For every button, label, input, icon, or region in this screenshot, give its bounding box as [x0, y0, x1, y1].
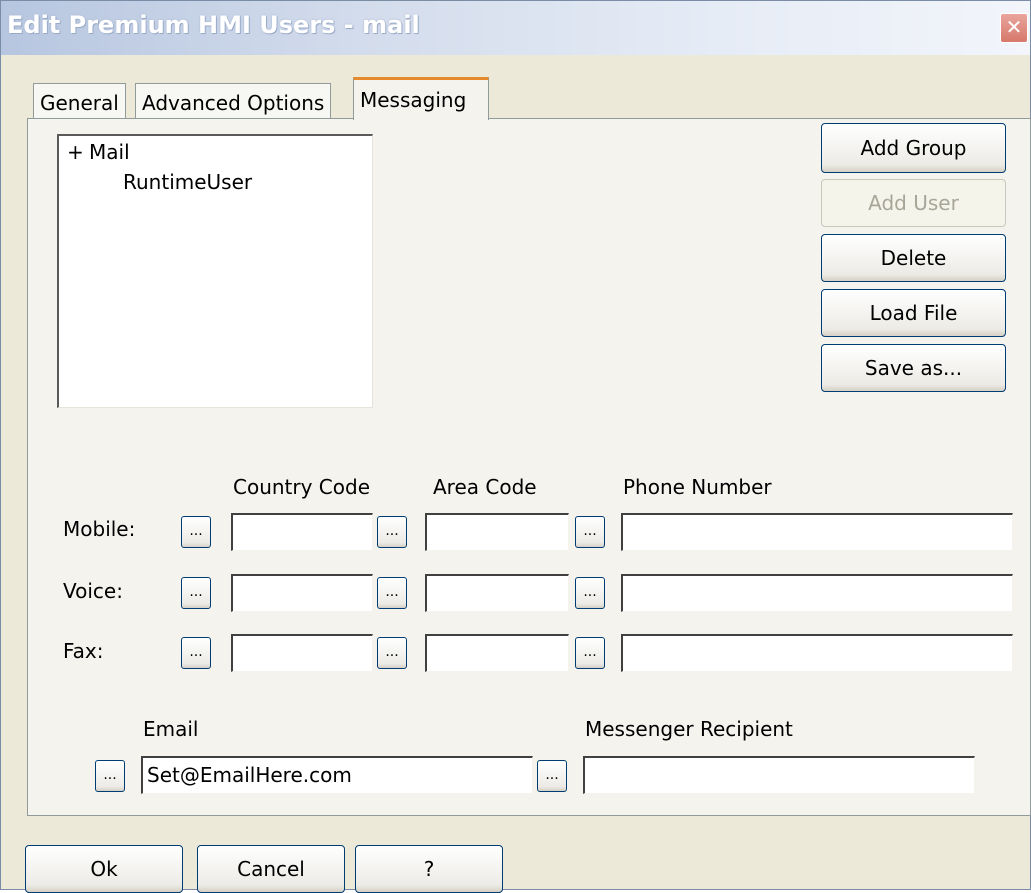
email-browse-button[interactable]: ... [95, 760, 125, 792]
tree-item-runtimeuser[interactable]: RuntimeUser [123, 170, 252, 194]
title-bar[interactable]: Edit Premium HMI Users - mail ✕ [1, 1, 1030, 55]
load-file-button[interactable]: Load File [821, 289, 1006, 337]
mobile-area-code-field[interactable] [425, 513, 569, 551]
fax-phone-browse-button[interactable]: ... [575, 637, 605, 669]
voice-phone-browse-button[interactable]: ... [575, 577, 605, 609]
voice-area-code-field[interactable] [425, 574, 569, 612]
mobile-country-browse-button[interactable]: ... [181, 516, 211, 548]
tree-item-mail[interactable]: Mail [89, 140, 130, 164]
voice-area-browse-button[interactable]: ... [377, 577, 407, 609]
fax-label: Fax: [63, 639, 104, 663]
delete-button[interactable]: Delete [821, 234, 1006, 282]
fax-area-browse-button[interactable]: ... [377, 637, 407, 669]
cancel-button[interactable]: Cancel [197, 845, 345, 893]
add-user-button[interactable]: Add User [821, 179, 1006, 227]
mobile-country-code-field[interactable] [231, 513, 373, 551]
messenger-recipient-label: Messenger Recipient [585, 717, 793, 741]
tab-messaging[interactable]: Messaging [353, 77, 489, 120]
email-label: Email [143, 717, 199, 741]
close-icon[interactable]: ✕ [1000, 13, 1028, 43]
fax-country-browse-button[interactable]: ... [181, 637, 211, 669]
users-tree[interactable]: + Mail RuntimeUser [57, 134, 373, 408]
fax-country-code-field[interactable] [231, 634, 373, 672]
dialog-window: Edit Premium HMI Users - mail ✕ General … [0, 0, 1031, 893]
messenger-browse-button[interactable]: ... [537, 760, 567, 792]
tab-general[interactable]: General [33, 83, 126, 119]
tab-advanced-options[interactable]: Advanced Options [135, 83, 332, 119]
phone-number-header: Phone Number [623, 475, 772, 499]
messenger-recipient-field[interactable] [583, 756, 975, 794]
mobile-phone-browse-button[interactable]: ... [575, 516, 605, 548]
mobile-phone-number-field[interactable] [621, 513, 1013, 551]
email-field[interactable]: Set@EmailHere.com [141, 756, 533, 794]
voice-country-code-field[interactable] [231, 574, 373, 612]
voice-label: Voice: [63, 579, 123, 603]
country-code-header: Country Code [233, 475, 371, 499]
area-code-header: Area Code [433, 475, 537, 499]
mobile-label: Mobile: [63, 517, 136, 541]
window-title: Edit Premium HMI Users - mail [7, 11, 420, 39]
fax-area-code-field[interactable] [425, 634, 569, 672]
save-as-button[interactable]: Save as... [821, 344, 1006, 392]
mobile-area-browse-button[interactable]: ... [377, 516, 407, 548]
tree-expander-icon[interactable]: + [67, 140, 84, 164]
voice-phone-number-field[interactable] [621, 574, 1013, 612]
voice-country-browse-button[interactable]: ... [181, 577, 211, 609]
ok-button[interactable]: Ok [25, 845, 183, 893]
fax-phone-number-field[interactable] [621, 634, 1013, 672]
add-group-button[interactable]: Add Group [821, 123, 1006, 173]
help-button[interactable]: ? [355, 845, 503, 893]
